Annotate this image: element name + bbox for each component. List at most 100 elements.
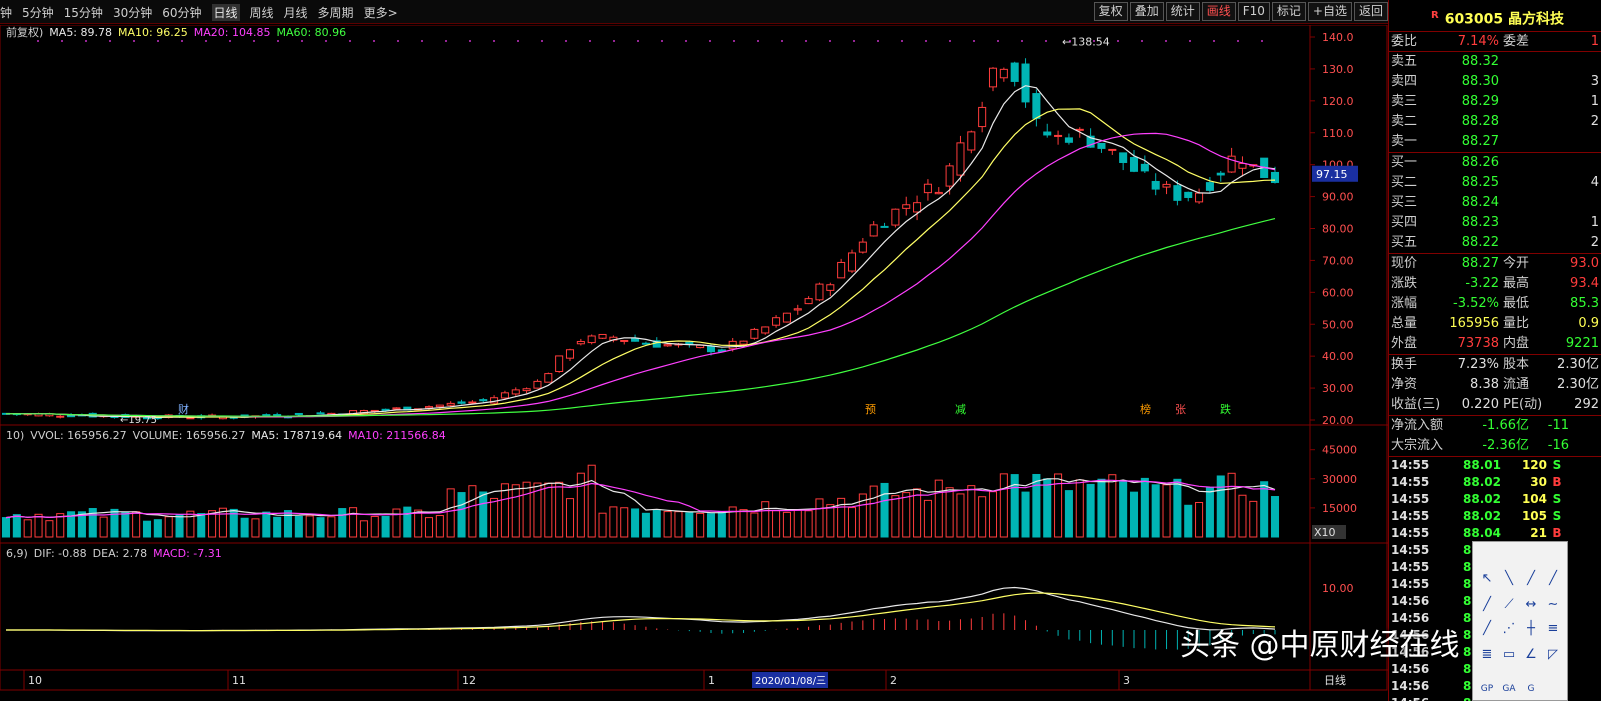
volume-bar	[1216, 475, 1225, 538]
volume-bar	[381, 515, 390, 538]
volume-bar	[815, 498, 824, 538]
candle-body	[186, 417, 195, 420]
event-marker[interactable]: 财	[178, 402, 189, 416]
period-tab[interactable]: 周线	[250, 4, 274, 21]
fundamental-value: 292	[1574, 397, 1599, 412]
tool-button[interactable]: 复权	[1093, 2, 1128, 21]
period-tab[interactable]: 日线	[211, 4, 240, 21]
tick-row[interactable]: 14:55 88.02 105 S	[1389, 508, 1601, 525]
tool-button[interactable]: 返回	[1353, 2, 1388, 21]
trend-tool-icon[interactable]: ╱	[1477, 596, 1497, 614]
tick-row[interactable]: 14:55 88.02 104 S	[1389, 491, 1601, 508]
tick-time: 14:55	[1391, 475, 1430, 489]
ma5-line	[5, 85, 1276, 419]
order-level-label: 买五	[1391, 235, 1418, 250]
pointer-tool-icon[interactable]: ↖	[1477, 570, 1497, 588]
tool-button[interactable]: 统计	[1165, 2, 1200, 21]
event-marker[interactable]: 张	[1175, 403, 1186, 416]
period-tab[interactable]: 多周期	[318, 4, 354, 21]
tool-button[interactable]: 标记	[1271, 2, 1306, 21]
order-book-row: 买四 88.23 1	[1389, 213, 1601, 233]
event-marker[interactable]: 榜	[1140, 402, 1151, 416]
event-marker[interactable]: 跌	[1220, 402, 1231, 416]
volume-bar	[240, 517, 249, 538]
tick-side: S	[1552, 458, 1562, 472]
tick-row[interactable]: 14:55 88.04 21 B	[1389, 525, 1601, 542]
period-tab[interactable]: 15分钟	[64, 4, 103, 21]
fan-tool-icon[interactable]: ◸	[1543, 646, 1563, 664]
quote-label: 涨幅	[1391, 296, 1418, 311]
volume-bar	[522, 481, 531, 538]
signal-dot	[925, 40, 927, 42]
tool-button[interactable]: 叠加	[1129, 2, 1164, 21]
quote-value: 93.4	[1570, 276, 1599, 291]
event-marker[interactable]: 减	[955, 403, 966, 416]
price-axis-label: 110.0	[1322, 127, 1354, 140]
fibo-tool-icon[interactable]: ≣	[1477, 646, 1497, 664]
macd-legend-item: 6,9)	[6, 547, 28, 560]
cursor-date: 2020/01/08/三	[755, 676, 826, 687]
candle-body	[1064, 137, 1073, 143]
volume-bar	[197, 513, 206, 538]
tick-row[interactable]: 14:55 88.01 120 S	[1389, 457, 1601, 474]
order-book-row: 卖二 88.28 2	[1389, 112, 1601, 132]
arrow-tool-icon[interactable]: ↔	[1521, 596, 1541, 614]
tick-price: 88.02	[1463, 475, 1501, 489]
wave-tool-icon[interactable]: ⋰	[1499, 620, 1519, 638]
volume-bar	[1097, 478, 1106, 538]
volume-bar	[1108, 474, 1117, 538]
tool-button[interactable]: 画线	[1201, 2, 1236, 21]
candle-body	[978, 106, 987, 128]
gc-tool-icon[interactable]: G	[1521, 680, 1541, 698]
flow-row: 净流入额 -1.66亿 -11	[1389, 416, 1601, 436]
quote-row: 外盘 73738 内盘 9221	[1389, 334, 1601, 354]
volume-axis-label: 15000	[1322, 502, 1357, 515]
rect-tool-icon[interactable]: ▭	[1499, 646, 1519, 664]
signal-dot	[517, 40, 519, 42]
segment-tool-icon[interactable]: ╱	[1543, 570, 1563, 588]
volume-bar	[251, 518, 260, 538]
volume-bar	[1032, 473, 1041, 538]
signal-dot	[973, 40, 975, 42]
tool-button[interactable]: +自选	[1307, 2, 1352, 21]
text-tool-icon[interactable]: ≡	[1543, 620, 1563, 638]
kline-chart-area[interactable]: 140.0 130.0 120.0 110.0 100.0 90.00 80.00 70.00…	[0, 24, 1388, 691]
order-book-row: 卖三 88.29 1	[1389, 92, 1601, 112]
volume-legend-item: VOLUME: 165956.27	[133, 429, 246, 442]
hline-tool-icon[interactable]: ⟋	[1499, 596, 1519, 614]
volume-bar	[273, 516, 282, 538]
gp-tool-icon[interactable]: GP	[1477, 680, 1497, 698]
ma10-line	[5, 108, 1276, 418]
period-tab[interactable]: 月线	[284, 4, 308, 21]
candle-body	[706, 345, 716, 353]
candle-body	[1097, 142, 1106, 149]
signal-dot	[853, 40, 855, 42]
candle-body	[1195, 192, 1204, 203]
order-book-row: 买二 88.25 4	[1389, 173, 1601, 193]
candle-body	[544, 373, 553, 383]
tool-button[interactable]: F10	[1237, 2, 1270, 21]
stock-header[interactable]: R 603005 晶方科技	[1389, 0, 1601, 32]
channel-tool-icon[interactable]: ╱	[1477, 620, 1497, 638]
line-tool-icon[interactable]: ╲	[1499, 570, 1519, 588]
period-tab[interactable]: 30分钟	[113, 4, 152, 21]
period-tab[interactable]: 更多>	[364, 4, 398, 21]
period-tab[interactable]: 5分钟	[22, 4, 54, 21]
period-tab[interactable]: 钟	[0, 4, 12, 21]
period-tab[interactable]: 60分钟	[162, 4, 201, 21]
event-marker[interactable]: 预	[865, 403, 876, 416]
quote-label: 现价	[1391, 256, 1418, 271]
cycle-tool-icon[interactable]: ┼	[1521, 620, 1541, 638]
angle-tool-icon[interactable]: ∠	[1521, 646, 1541, 664]
drawing-toolbox[interactable]: ↖ ╲ ╱ ╱ ╱ ⟋ ↔ ∼ ╱ ⋰ ┼ ≡ ≣ ▭ ∠ ◸ GP GA G	[1472, 541, 1568, 701]
volume-bar	[847, 507, 857, 538]
ray-tool-icon[interactable]: ╱	[1521, 570, 1541, 588]
candle-body	[587, 335, 596, 344]
ga-tool-icon[interactable]: GA	[1499, 680, 1519, 698]
kline-chart-svg[interactable]: 140.0130.0120.0110.0100.090.0080.0070.00…	[0, 24, 1388, 691]
tick-row[interactable]: 14:55 88.02 30 B	[1389, 474, 1601, 491]
signal-dot	[1165, 40, 1167, 42]
candle-body	[967, 131, 976, 151]
marker-tool-icon[interactable]: ∼	[1543, 596, 1563, 614]
